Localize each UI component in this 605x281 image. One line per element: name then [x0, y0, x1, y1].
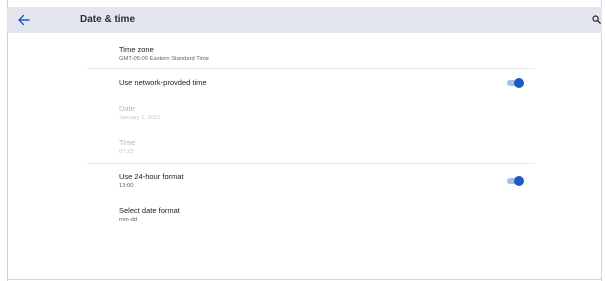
search-button[interactable] — [588, 11, 604, 27]
toggle-thumb — [514, 176, 524, 186]
time-value: 07:23 — [119, 149, 134, 155]
setting-date: Date January 1, 2021 — [119, 104, 161, 122]
window-border-left — [7, 0, 8, 281]
setting-24-hour-format[interactable]: Use 24-hour format 13:00 — [119, 172, 184, 190]
search-icon — [591, 14, 601, 24]
setting-date-format[interactable]: Select date format mm-dd — [119, 206, 180, 224]
hour-format-toggle[interactable] — [507, 176, 524, 186]
network-time-toggle[interactable] — [507, 78, 524, 88]
setting-time: Time 07:23 — [119, 138, 135, 156]
time-zone-value: GMT-05:00 Eastern Standard Time — [119, 56, 209, 62]
date-value: January 1, 2021 — [119, 115, 161, 121]
hour-format-title: Use 24-hour format — [119, 172, 184, 181]
network-time-title: Use network-provded time — [119, 78, 207, 87]
time-title: Time — [119, 138, 136, 147]
time-zone-title: Time zone — [119, 45, 154, 54]
setting-network-time[interactable]: Use network-provded time — [119, 78, 207, 88]
window-border-right — [601, 0, 602, 281]
date-title: Date — [119, 104, 135, 113]
date-format-value: mm-dd — [119, 217, 138, 223]
divider — [87, 163, 535, 164]
hour-format-value: 13:00 — [119, 183, 134, 189]
setting-time-zone[interactable]: Time zone GMT-05:00 Eastern Standard Tim… — [119, 45, 209, 63]
app-bar: Date & time — [7, 7, 602, 33]
toggle-thumb — [514, 78, 524, 88]
back-button[interactable] — [11, 8, 35, 32]
date-format-title: Select date format — [119, 206, 180, 215]
window-border-bottom — [7, 279, 602, 280]
arrow-left-icon — [17, 14, 30, 26]
page-title: Date & time — [80, 14, 136, 25]
divider — [87, 68, 535, 69]
